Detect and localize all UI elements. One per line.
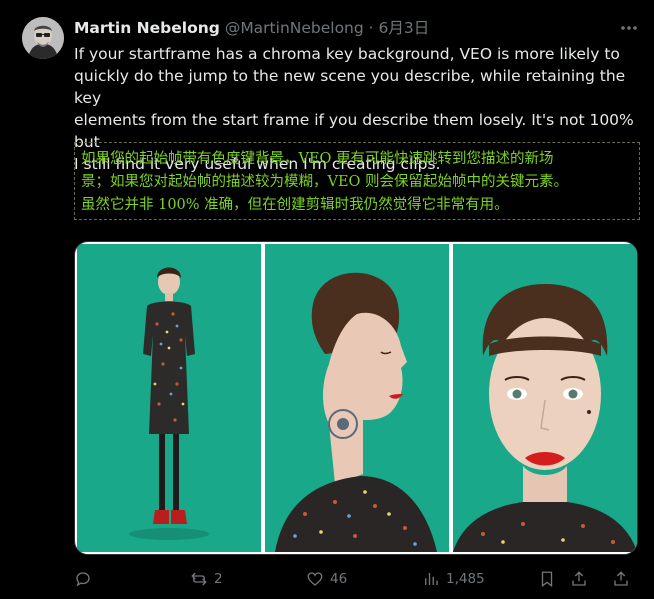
tweet-text-line: If your startframe has a chroma key back… <box>74 45 620 63</box>
like-button[interactable]: 46 <box>306 566 347 592</box>
avatar[interactable] <box>22 17 64 59</box>
media-image-front-face[interactable] <box>453 244 637 552</box>
author-name[interactable]: Martin Nebelong <box>74 19 220 37</box>
tweet-text-line: quickly do the jump to the new scene you… <box>74 67 626 107</box>
repost-icon <box>191 572 207 586</box>
repost-button[interactable]: 2 <box>190 566 223 592</box>
tweet[interactable]: Martin Nebelong @MartinNebelong · 6月3日 I… <box>0 0 654 599</box>
reply-icon <box>76 572 90 587</box>
more-icon[interactable] <box>618 18 640 38</box>
bookmark-button[interactable] <box>538 566 562 592</box>
translation-line: 景；如果您对起始帧的描述较为模糊，VEO 则会保留起始帧中的关键元素。 <box>81 174 569 190</box>
translation-line: 虽然它并非 100% 准确，但在创建剪辑时我仍然觉得它非常有用。 <box>81 197 509 213</box>
like-icon <box>307 572 323 586</box>
share-button[interactable] <box>570 566 594 592</box>
media-grid <box>74 241 638 555</box>
repost-count: 2 <box>214 571 223 587</box>
views-count: 1,485 <box>446 571 485 587</box>
media-image-full-body[interactable] <box>77 244 261 552</box>
translation-box: 如果您的起始帧带有色度键背景，VEO 更有可能快速跳转到您描述的新场 景；如果您… <box>74 142 640 220</box>
share-icon <box>572 571 586 586</box>
views-button[interactable]: 1,485 <box>422 566 485 592</box>
translation-line: 如果您的起始帧带有色度键背景，VEO 更有可能快速跳转到您描述的新场 <box>81 151 554 167</box>
tweet-header: Martin Nebelong @MartinNebelong · 6月3日 <box>74 18 429 38</box>
reply-button[interactable] <box>74 566 98 592</box>
separator: · <box>363 19 379 37</box>
media-image-profile[interactable] <box>265 244 449 552</box>
post-date[interactable]: 6月3日 <box>379 19 430 37</box>
upload-button[interactable] <box>612 566 636 592</box>
views-icon <box>425 573 438 585</box>
author-handle[interactable]: @MartinNebelong <box>225 19 364 37</box>
like-count: 46 <box>330 571 348 587</box>
bookmark-icon <box>541 571 553 588</box>
upload-icon <box>614 571 628 586</box>
action-bar: 2 46 1,485 <box>74 566 640 592</box>
